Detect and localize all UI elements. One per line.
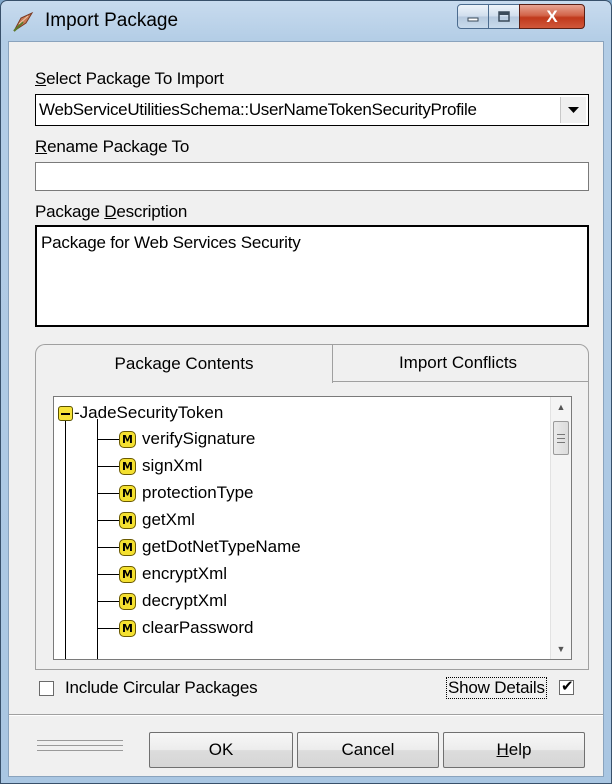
scroll-down-icon: ▼ <box>556 644 566 654</box>
minimize-button[interactable] <box>457 4 489 29</box>
dialog-body: Select Package To Import WebServiceUtili… <box>8 41 604 777</box>
tab-package-contents-label: Package Contents <box>114 354 254 373</box>
tree-root-line <box>65 419 66 659</box>
tree-item-label: clearPassword <box>142 618 254 637</box>
method-icon: M <box>119 538 136 556</box>
tree-item-label: signXml <box>142 456 203 475</box>
tree-item[interactable]: MgetXml <box>97 507 195 533</box>
tree-item[interactable]: MverifySignature <box>97 426 255 452</box>
tree-item-label: decryptXml <box>142 591 228 610</box>
include-circular-checkbox[interactable] <box>39 681 54 696</box>
scroll-down-button[interactable]: ▼ <box>551 639 571 659</box>
method-icon: M <box>119 619 136 637</box>
minimize-icon <box>467 17 479 21</box>
package-description-value: Package for Web Services Security <box>41 233 301 252</box>
tree-root-node[interactable]: -JadeSecurityToken <box>58 400 223 426</box>
package-description-label: Package Description <box>35 202 188 221</box>
tree-item[interactable]: MgetDotNetTypeName <box>97 534 301 560</box>
package-contents-panel: -JadeSecurityToken MverifySignature Msig… <box>35 382 589 670</box>
package-contents-tree[interactable]: -JadeSecurityToken MverifySignature Msig… <box>53 396 572 660</box>
tab-import-conflicts[interactable]: Import Conflicts <box>327 344 589 382</box>
ok-button[interactable]: OK <box>149 732 293 768</box>
tree-item-label: getXml <box>142 510 195 529</box>
method-icon: M <box>119 484 136 502</box>
resize-grip-icon <box>37 740 123 754</box>
scroll-up-icon: ▲ <box>556 402 566 412</box>
collapse-icon[interactable] <box>58 405 73 421</box>
checkmark-icon: ✔ <box>561 677 574 695</box>
cancel-button[interactable]: Cancel <box>297 732 439 768</box>
grip-icon <box>557 433 565 443</box>
show-details-checkbox[interactable]: ✔ <box>559 677 574 695</box>
tree-item-label: getDotNetTypeName <box>142 537 301 556</box>
close-icon: X <box>546 6 558 26</box>
tree-item-label: verifySignature <box>142 429 256 448</box>
method-icon: M <box>119 430 136 448</box>
tree-item[interactable]: MencryptXml <box>97 561 227 587</box>
tree-item[interactable]: MclearPassword <box>97 615 254 641</box>
show-details-label[interactable]: Show Details <box>446 677 547 699</box>
tab-package-contents[interactable]: Package Contents <box>35 344 333 383</box>
chevron-down-icon <box>568 106 579 113</box>
tree-item-label: encryptXml <box>142 564 228 583</box>
footer-divider <box>9 714 603 716</box>
method-icon: M <box>119 511 136 529</box>
method-icon: M <box>119 592 136 610</box>
include-circular-label: Include Circular Packages <box>65 678 258 697</box>
window-title: Import Package <box>45 10 179 31</box>
import-package-window: Import Package X Select Package To Impor… <box>0 0 612 784</box>
tree-item[interactable]: MsignXml <box>97 453 202 479</box>
tab-import-conflicts-label: Import Conflicts <box>398 353 518 372</box>
method-icon: M <box>119 565 136 583</box>
maximize-button[interactable] <box>488 4 520 29</box>
tree-item[interactable]: MprotectionType <box>97 480 254 506</box>
select-package-label: Select Package To Import <box>35 69 224 88</box>
tree-scrollbar[interactable]: ▲ ▼ <box>550 397 571 659</box>
title-bar[interactable]: Import Package X <box>1 1 611 41</box>
scrollbar-thumb[interactable] <box>553 421 569 455</box>
scroll-up-button[interactable]: ▲ <box>551 397 571 417</box>
select-package-value: WebServiceUtilitiesSchema::UserNameToken… <box>39 100 477 119</box>
app-icon <box>13 11 34 32</box>
rename-package-input[interactable] <box>35 162 589 191</box>
rename-package-label: Rename Package To <box>35 137 190 156</box>
tree-item[interactable]: MdecryptXml <box>97 588 227 614</box>
maximize-icon <box>498 10 510 22</box>
help-button[interactable]: Help <box>443 732 585 768</box>
tree-root-label: -JadeSecurityToken <box>74 403 224 422</box>
method-icon: M <box>119 457 136 475</box>
close-button[interactable]: X <box>519 4 585 29</box>
combobox-dropdown-button[interactable] <box>560 97 586 123</box>
select-package-combobox[interactable]: WebServiceUtilitiesSchema::UserNameToken… <box>35 94 589 126</box>
package-description-field[interactable]: Package for Web Services Security <box>35 225 589 327</box>
tree-item-label: protectionType <box>142 483 254 502</box>
